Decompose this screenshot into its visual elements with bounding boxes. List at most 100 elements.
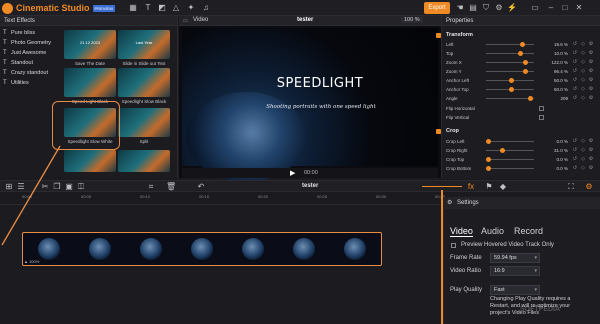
preview-tab-video[interactable]: Video — [193, 17, 208, 23]
settings-icon[interactable]: ⚙ — [588, 164, 594, 173]
crop-row[interactable]: Crop Top 0.0 % ↺ ◇ ⚙ — [446, 155, 596, 164]
settings-icon[interactable]: ⚙ — [588, 76, 594, 85]
checkbox-icon[interactable] — [436, 33, 441, 38]
keyframe-icon[interactable]: ◆ — [498, 182, 508, 192]
settings-icon[interactable]: ⚙ — [588, 146, 594, 155]
effect-thumbnail[interactable]: 21 12 2023 — [64, 30, 116, 59]
effect-thumbnail[interactable] — [118, 68, 170, 97]
lightning-icon[interactable]: ⚡ — [507, 3, 517, 13]
crop-section-header[interactable]: Crop — [436, 127, 586, 136]
hand-icon[interactable]: ☚ — [455, 3, 465, 13]
property-value[interactable]: 209 — [546, 94, 568, 103]
slider-knob[interactable] — [486, 157, 491, 162]
property-slider[interactable] — [486, 168, 534, 169]
keyframe-icon[interactable]: ◇ — [580, 40, 586, 49]
reset-icon[interactable]: ↺ — [572, 76, 578, 85]
menu-icon[interactable]: ☰ — [16, 182, 26, 192]
settings-icon[interactable]: ⚙ — [588, 155, 594, 164]
transform-row[interactable]: Zoom X 122.0 % ↺ ◇ ⚙ — [446, 58, 596, 67]
maximize-icon[interactable]: □ — [560, 3, 570, 13]
reset-icon[interactable]: ↺ — [572, 146, 578, 155]
effect-thumbnail[interactable] — [118, 108, 170, 137]
transform-row[interactable]: Anchor Top 50.0 % ↺ ◇ ⚙ — [446, 85, 596, 94]
property-value[interactable]: 0.0 % — [546, 137, 568, 146]
transform-row[interactable]: Left 19.6 % ↺ ◇ ⚙ — [446, 40, 596, 49]
property-slider[interactable] — [486, 150, 534, 151]
fx-icon[interactable]: fx — [466, 182, 476, 192]
video-clip[interactable] — [22, 232, 382, 266]
reset-icon[interactable]: ↺ — [572, 164, 578, 173]
paste-icon[interactable]: ▣ — [64, 182, 74, 192]
settings-gear-icon[interactable]: ⚙ — [494, 3, 504, 13]
category-item[interactable]: T Crazy standout — [0, 68, 60, 78]
settings-icon[interactable]: ⚙ — [588, 85, 594, 94]
keyframe-icon[interactable]: ◇ — [580, 155, 586, 164]
settings-icon[interactable]: ⚙ — [588, 58, 594, 67]
reset-icon[interactable]: ↺ — [572, 40, 578, 49]
slider-knob[interactable] — [528, 96, 534, 101]
transition-icon[interactable]: ◩ — [157, 3, 167, 13]
effect-thumbnail[interactable] — [64, 68, 116, 97]
add-track-icon[interactable]: ⊞ — [4, 182, 14, 192]
keyframe-icon[interactable]: ◇ — [580, 49, 586, 58]
slider-knob[interactable] — [509, 87, 514, 92]
timeline-ruler[interactable]: 00:00 00:05 00:10 00:15 00:20 00:25 00:30 00:35 — [0, 192, 445, 205]
property-value[interactable]: 96.4 % — [546, 67, 568, 76]
reset-icon[interactable]: ↺ — [572, 67, 578, 76]
reset-icon[interactable]: ↺ — [572, 85, 578, 94]
undo-icon[interactable]: ↶ — [196, 182, 206, 192]
slider-knob[interactable] — [518, 51, 524, 56]
slider-knob[interactable] — [509, 78, 514, 83]
property-value[interactable]: 19.6 % — [546, 40, 568, 49]
slider-knob[interactable] — [486, 139, 491, 144]
flip-vertical-checkbox[interactable] — [539, 115, 544, 120]
frame-rate-select[interactable]: 59.94 fps ▾ — [490, 253, 540, 263]
property-slider[interactable] — [486, 159, 534, 160]
reset-icon[interactable]: ↺ — [572, 49, 578, 58]
property-value[interactable]: 0.0 % — [546, 155, 568, 164]
effect-thumbnail[interactable]: Last Year — [118, 30, 170, 59]
zoom-select[interactable]: 100 % — [401, 17, 423, 23]
shape-icon[interactable]: △ — [171, 3, 181, 13]
flip-horizontal-checkbox[interactable] — [539, 106, 544, 111]
bookmark-icon[interactable]: ⛉ — [481, 3, 491, 13]
delete-icon[interactable]: 🗑 — [166, 182, 176, 192]
flip-horizontal-row[interactable]: Flip Horizontal — [446, 104, 596, 113]
settings-icon[interactable]: ⚙ — [588, 40, 594, 49]
category-item[interactable]: T Standout — [0, 58, 60, 68]
cut-icon[interactable]: ✂ — [40, 182, 50, 192]
reset-icon[interactable]: ↺ — [572, 155, 578, 164]
flip-vertical-row[interactable]: Flip Vertical — [446, 113, 596, 122]
slider-knob[interactable] — [519, 42, 525, 47]
checkbox-icon[interactable] — [436, 129, 441, 134]
property-value[interactable]: 31.0 % — [546, 146, 568, 155]
close-icon[interactable]: ✕ — [574, 3, 584, 13]
layers-icon[interactable]: ▦ — [128, 3, 138, 13]
category-item[interactable]: T Photo Geometry — [0, 38, 60, 48]
split-icon[interactable]: ⎅ — [76, 182, 86, 192]
reset-icon[interactable]: ↺ — [572, 94, 578, 103]
keyframe-icon[interactable]: ◇ — [580, 85, 586, 94]
property-value[interactable]: 50.0 % — [546, 85, 568, 94]
category-item[interactable]: T Pure bliss — [0, 28, 60, 38]
keyframe-icon[interactable]: ◇ — [580, 94, 586, 103]
reset-icon[interactable]: ↺ — [572, 58, 578, 67]
settings-gear-icon[interactable]: ⚙ — [584, 182, 594, 192]
property-value[interactable]: 0.0 % — [546, 164, 568, 173]
keyframe-icon[interactable]: ◇ — [580, 164, 586, 173]
property-slider[interactable] — [486, 53, 534, 54]
effect-thumbnail[interactable] — [64, 150, 116, 172]
video-ratio-select[interactable]: 16:9 ▾ — [490, 266, 540, 276]
grid-icon[interactable]: ▤ — [468, 3, 478, 13]
effect-thumbnail[interactable] — [118, 150, 170, 172]
keyframe-icon[interactable]: ◇ — [580, 58, 586, 67]
slider-knob[interactable] — [522, 69, 528, 74]
reset-icon[interactable]: ↺ — [572, 137, 578, 146]
expand-icon[interactable]: ⛶ — [566, 182, 576, 192]
property-value[interactable]: 10.0 % — [546, 49, 568, 58]
crop-row[interactable]: Crop Right 31.0 % ↺ ◇ ⚙ — [446, 146, 596, 155]
marker-icon[interactable]: ⚑ — [484, 182, 494, 192]
export-button[interactable]: Export — [424, 2, 450, 14]
keyframe-icon[interactable]: ◇ — [580, 76, 586, 85]
slider-knob[interactable] — [486, 166, 491, 171]
